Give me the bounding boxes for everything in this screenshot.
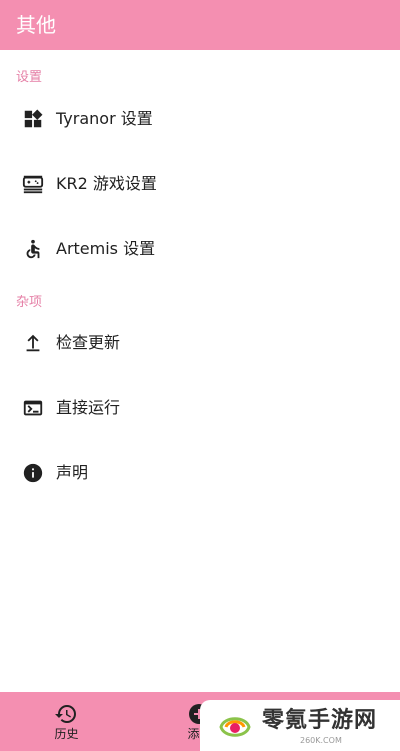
history-icon [54,702,78,726]
direct-run-label: 直接运行 [56,398,121,417]
nav-item-history[interactable]: 历史 [0,692,133,751]
statement-item[interactable]: 声明 [0,441,400,505]
section-header-misc: 杂项 [16,295,43,310]
check-update-item[interactable]: 检查更新 [0,311,400,375]
watermark: 零氪手游网 260K.COM [200,700,400,751]
check-update-label: 检查更新 [56,333,121,352]
page-title: 其他 [16,13,56,37]
nav-label-history: 历史 [54,727,79,741]
widgets-icon [22,108,44,130]
kr2-game-settings-label: KR2 游戏设置 [56,174,157,193]
watermark-text: 零氪手游网 [262,708,378,733]
section-header-settings: 设置 [16,70,43,85]
watermark-subtext: 260K.COM [300,736,342,745]
app-bar: 其他 [0,0,400,50]
artemis-settings-item[interactable]: Artemis 设置 [0,217,400,281]
gamepad-icon [22,173,44,195]
kr2-game-settings-item[interactable]: KR2 游戏设置 [0,152,400,216]
upload-icon [22,332,44,354]
direct-run-item[interactable]: 直接运行 [0,376,400,440]
info-icon [22,462,44,484]
tyranor-settings-label: Tyranor 设置 [56,109,153,128]
statement-label: 声明 [56,463,89,482]
watermark-logo-icon [218,710,252,744]
artemis-settings-label: Artemis 设置 [56,239,156,258]
accessible-icon [22,238,44,260]
tyranor-settings-item[interactable]: Tyranor 设置 [0,87,400,151]
terminal-icon [22,397,44,419]
